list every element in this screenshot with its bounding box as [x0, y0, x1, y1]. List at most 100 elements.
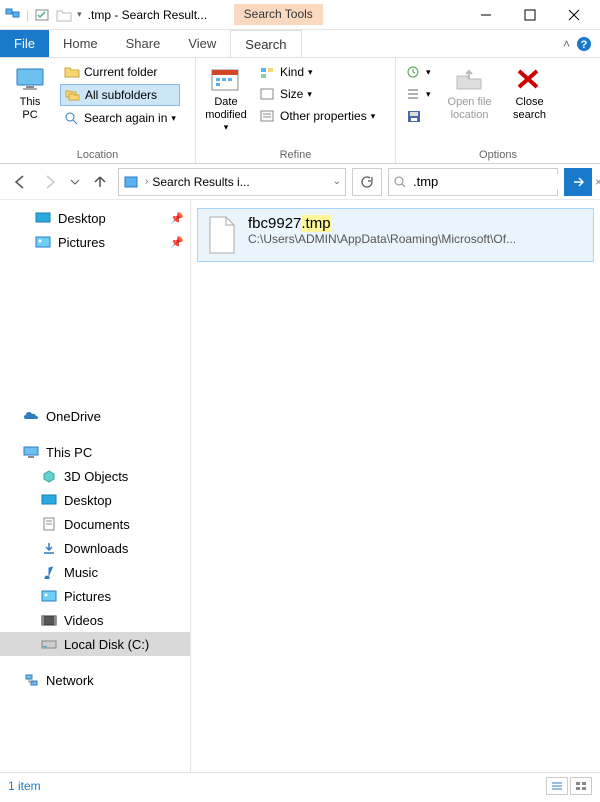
other-properties-button[interactable]: Other properties ▾	[256, 106, 379, 126]
calendar-icon	[210, 66, 242, 94]
ribbon: This PC Current folder All subfolders Se…	[0, 58, 600, 164]
this-pc-button[interactable]: This PC	[6, 62, 54, 122]
maximize-button[interactable]	[508, 1, 552, 29]
open-location-icon	[454, 66, 486, 94]
navpane-music[interactable]: Music	[0, 560, 190, 584]
qat-separator: |	[26, 8, 29, 22]
navpane-documents[interactable]: Documents	[0, 512, 190, 536]
advanced-options-button[interactable]: ▾	[402, 84, 435, 104]
current-folder-button[interactable]: Current folder	[60, 62, 180, 82]
pictures-icon	[34, 234, 52, 250]
clear-search-icon[interactable]: ×	[595, 175, 600, 189]
onedrive-icon	[22, 408, 40, 424]
save-search-button[interactable]	[402, 106, 435, 126]
forward-button[interactable]	[38, 170, 62, 194]
navpane-this-pc[interactable]: This PC	[0, 440, 190, 464]
folders-icon	[65, 87, 81, 103]
navpane-pictures-quick[interactable]: Pictures 📌	[0, 230, 190, 254]
search-again-in-button[interactable]: Search again in ▾	[60, 108, 180, 128]
search-box[interactable]: ×	[388, 168, 558, 196]
disk-icon	[40, 636, 58, 652]
navpane-desktop-quick[interactable]: Desktop 📌	[0, 206, 190, 230]
item-count: 1 item	[8, 779, 41, 793]
recent-locations-button[interactable]	[68, 170, 82, 194]
chevron-down-icon: ▾	[171, 113, 176, 124]
window-title: .tmp - Search Result...	[88, 8, 228, 22]
chevron-down-icon: ▾	[426, 89, 431, 100]
navpane-videos[interactable]: Videos	[0, 608, 190, 632]
all-subfolders-button[interactable]: All subfolders	[60, 84, 180, 106]
group-label-refine: Refine	[202, 149, 389, 161]
pictures-icon	[40, 588, 58, 604]
recent-searches-button[interactable]: ▾	[402, 62, 435, 82]
back-button[interactable]	[8, 170, 32, 194]
date-modified-button[interactable]: Date modified ▾	[202, 62, 250, 133]
pin-icon[interactable]: 📌	[170, 212, 184, 225]
address-bar-text: Search Results i...	[152, 175, 328, 189]
navpane-pictures[interactable]: Pictures	[0, 584, 190, 608]
search-go-button[interactable]	[564, 168, 592, 196]
chevron-down-icon: ▾	[224, 122, 229, 133]
open-file-location-label: Open file location	[448, 96, 492, 122]
tab-search[interactable]: Search	[230, 30, 301, 57]
refresh-button[interactable]	[352, 168, 382, 196]
navpane-onedrive[interactable]: OneDrive	[0, 404, 190, 428]
date-modified-label: Date modified	[205, 96, 247, 122]
thumbnails-view-toggle[interactable]	[570, 777, 592, 795]
search-icon	[393, 175, 407, 189]
up-button[interactable]	[88, 170, 112, 194]
properties-icon[interactable]	[33, 6, 51, 24]
collapse-ribbon-icon[interactable]: ˄	[563, 37, 570, 51]
tab-share[interactable]: Share	[112, 30, 175, 57]
monitor-icon	[22, 444, 40, 460]
qat-dropdown-icon[interactable]: ▾	[77, 9, 82, 20]
chevron-down-icon: ▾	[307, 89, 312, 100]
videos-icon	[40, 612, 58, 628]
navpane-network[interactable]: Network	[0, 668, 190, 692]
titlebar: | ▾ .tmp - Search Result... Search Tools	[0, 0, 600, 30]
open-file-location-button[interactable]: Open file location	[441, 62, 499, 122]
contextual-tab-search-tools[interactable]: Search Tools	[234, 4, 323, 25]
address-dropdown-icon[interactable]: ⌄	[333, 176, 341, 187]
size-icon	[260, 86, 276, 102]
objects3d-icon	[40, 468, 58, 484]
navigation-pane[interactable]: Desktop 📌 Pictures 📌 OneDrive This PC 3D…	[0, 200, 190, 772]
address-bar[interactable]: › Search Results i... ⌄	[118, 168, 346, 196]
new-folder-icon[interactable]	[55, 6, 73, 24]
size-button[interactable]: Size ▾	[256, 84, 379, 104]
close-search-label: Close search	[513, 96, 546, 122]
details-view-toggle[interactable]	[546, 777, 568, 795]
ribbon-tabs: File Home Share View Search ˄ ?	[0, 30, 600, 58]
breadcrumb-chevron[interactable]: ›	[145, 176, 148, 187]
navpane-downloads[interactable]: Downloads	[0, 536, 190, 560]
kind-icon	[260, 64, 276, 80]
file-icon	[206, 215, 238, 255]
pin-icon[interactable]: 📌	[170, 236, 184, 249]
tab-view[interactable]: View	[174, 30, 230, 57]
close-x-icon	[514, 66, 546, 94]
monitor-icon	[14, 66, 46, 94]
ribbon-group-options: ▾ ▾ Open file location Close search Opti…	[396, 58, 600, 163]
group-label-location: Location	[6, 149, 189, 161]
ribbon-group-location: This PC Current folder All subfolders Se…	[0, 58, 196, 163]
tab-file[interactable]: File	[0, 30, 49, 57]
kind-button[interactable]: Kind ▾	[256, 62, 379, 82]
result-item[interactable]: fbc9927.tmp C:\Users\ADMIN\AppData\Roami…	[197, 208, 594, 262]
documents-icon	[40, 516, 58, 532]
close-search-button[interactable]: Close search	[505, 62, 555, 122]
navpane-3d-objects[interactable]: 3D Objects	[0, 464, 190, 488]
help-icon[interactable]: ?	[576, 36, 592, 52]
navpane-desktop[interactable]: Desktop	[0, 488, 190, 512]
results-pane[interactable]: fbc9927.tmp C:\Users\ADMIN\AppData\Roami…	[190, 200, 600, 772]
save-icon	[406, 108, 422, 124]
search-input[interactable]	[413, 174, 589, 189]
minimize-button[interactable]	[464, 1, 508, 29]
close-button[interactable]	[552, 1, 596, 29]
this-pc-label: This PC	[20, 96, 41, 122]
tab-home[interactable]: Home	[49, 30, 112, 57]
properties-icon	[260, 108, 276, 124]
search-folder-icon	[64, 110, 80, 126]
main-area: Desktop 📌 Pictures 📌 OneDrive This PC 3D…	[0, 200, 600, 772]
chevron-down-icon: ▾	[371, 111, 376, 122]
navpane-local-disk-c[interactable]: Local Disk (C:)	[0, 632, 190, 656]
